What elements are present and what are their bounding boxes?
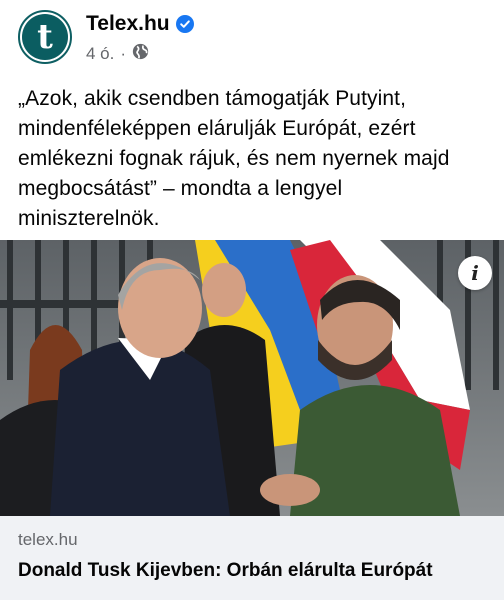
- photo-illustration: [0, 240, 504, 516]
- meta-separator: ·: [120, 44, 127, 63]
- info-glyph: i: [471, 261, 479, 285]
- avatar-letter: t: [37, 17, 53, 57]
- link-preview-card[interactable]: telex.hu Donald Tusk Kijevben: Orbán elá…: [0, 516, 504, 600]
- telex-logo-icon: t: [22, 14, 68, 60]
- page-name-row: Telex.hu: [86, 12, 194, 36]
- link-domain: telex.hu: [18, 530, 78, 549]
- page-avatar[interactable]: t: [18, 10, 72, 64]
- link-title[interactable]: Donald Tusk Kijevben: Orbán elárulta Eur…: [18, 560, 433, 582]
- page-name[interactable]: Telex.hu: [86, 12, 170, 36]
- post-text: „Azok, akik csendben támogatják Putyint,…: [18, 87, 450, 230]
- post-meta: 4 ó. ·: [86, 43, 149, 65]
- post-header: t Telex.hu 4 ó. ·: [0, 0, 504, 78]
- verified-badge-icon: [175, 15, 194, 33]
- info-icon[interactable]: i: [458, 256, 492, 290]
- post-time[interactable]: 4 ó.: [86, 44, 114, 64]
- globe-icon[interactable]: [132, 43, 149, 65]
- link-preview-image[interactable]: i: [0, 240, 504, 516]
